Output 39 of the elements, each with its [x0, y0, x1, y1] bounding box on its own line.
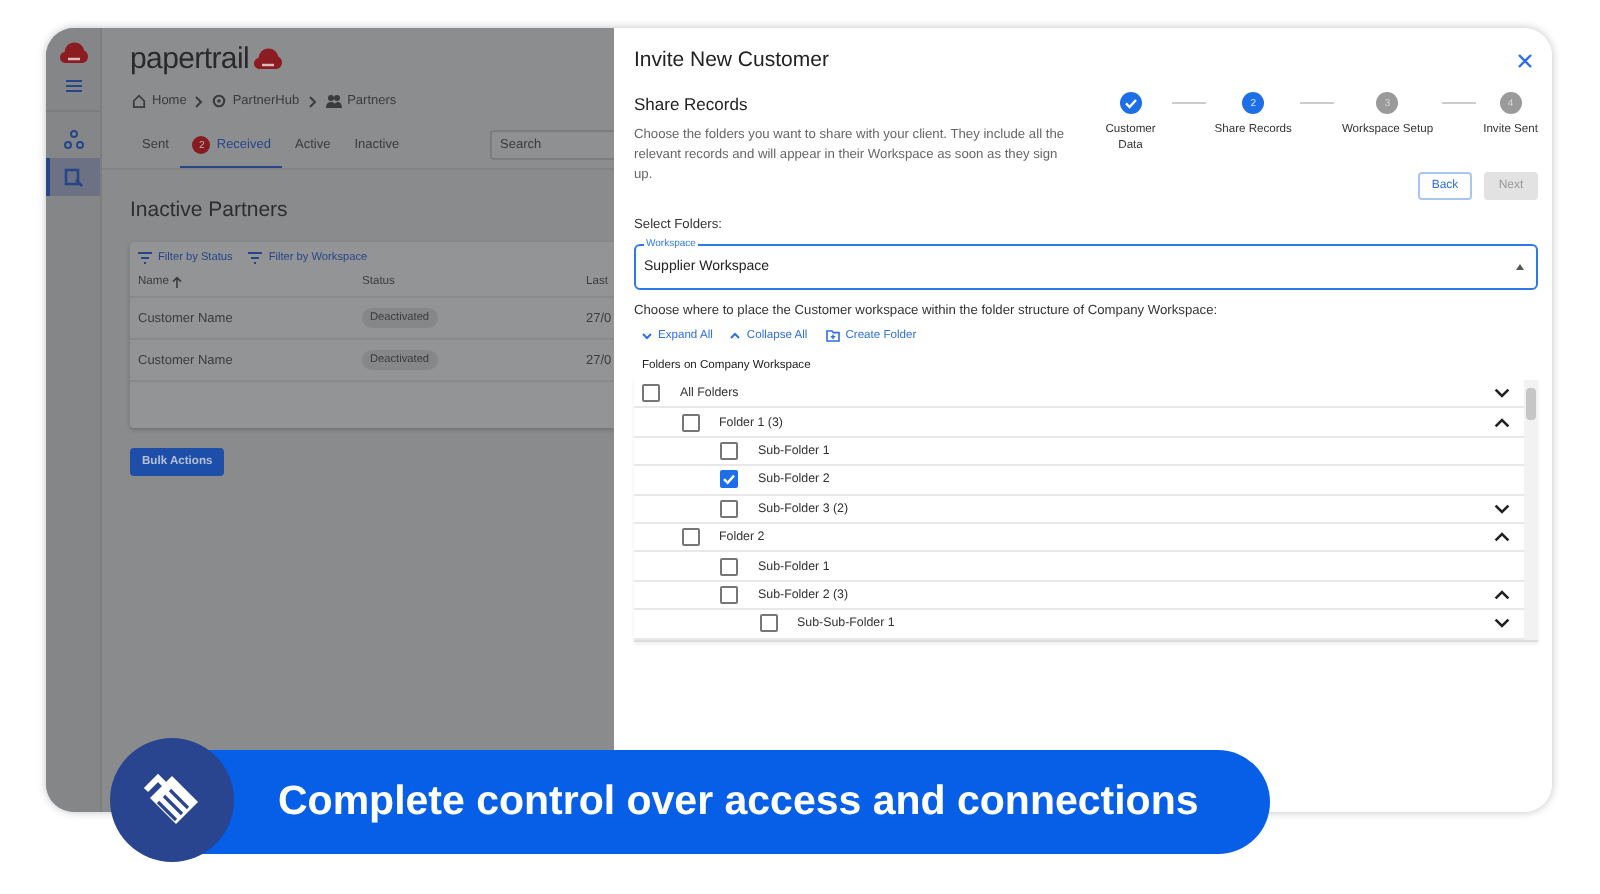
checkbox[interactable]	[720, 470, 738, 489]
logo-cloud-icon	[253, 47, 282, 69]
checkbox[interactable]	[720, 441, 738, 460]
chevron-down-icon	[642, 332, 652, 340]
chevron-up-icon[interactable]	[1494, 532, 1510, 543]
chevron-down-icon[interactable]	[1494, 503, 1510, 514]
logo-wordmark: papertrail	[130, 41, 250, 75]
chevron-up-icon	[730, 332, 741, 340]
chevron-up-icon[interactable]	[1494, 417, 1510, 428]
page-heading: Inactive Partners	[130, 198, 290, 222]
folder-plus-icon	[825, 330, 840, 342]
chevron-up-icon[interactable]	[1494, 589, 1510, 600]
sort-arrow-icon	[172, 276, 183, 288]
close-icon[interactable]	[1518, 53, 1532, 67]
section-title: Share Records	[634, 94, 750, 114]
menu-icon[interactable]	[65, 80, 81, 92]
hub-icon	[212, 94, 227, 108]
dialog-title: Invite New Customer	[634, 48, 829, 72]
chevron-down-icon[interactable]	[1494, 618, 1510, 629]
people-icon	[325, 94, 342, 108]
partners-icon	[63, 167, 83, 187]
home-icon	[132, 94, 146, 108]
checkbox[interactable]	[720, 585, 738, 604]
chevron-right-icon	[307, 95, 318, 107]
chevron-down-icon[interactable]	[1494, 388, 1510, 399]
checkbox[interactable]	[720, 499, 738, 518]
filter-icon	[248, 252, 263, 264]
caption-text: Complete control over access and connections	[278, 778, 1199, 826]
chevron-right-icon	[194, 95, 205, 107]
checkbox[interactable]	[759, 614, 777, 633]
checkbox[interactable]	[642, 384, 660, 403]
checkbox[interactable]	[720, 557, 738, 576]
filter-icon	[138, 252, 152, 264]
logo-mark-icon	[59, 42, 87, 64]
scrollbar[interactable]	[1524, 380, 1538, 640]
checkbox[interactable]	[681, 528, 699, 547]
caret-up-icon	[1516, 264, 1524, 270]
network-icon	[63, 129, 83, 149]
checkbox[interactable]	[681, 413, 699, 432]
